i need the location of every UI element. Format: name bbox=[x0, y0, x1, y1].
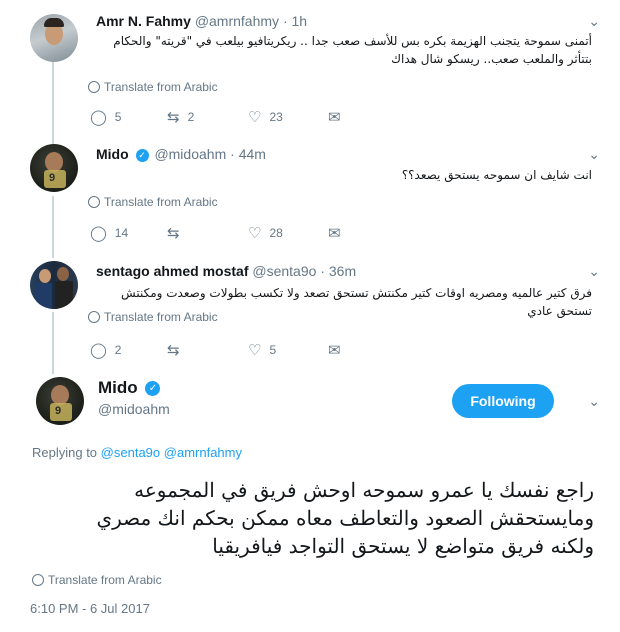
heart-icon: ♡ bbox=[248, 342, 262, 359]
chevron-down-icon[interactable]: ⌄ bbox=[588, 146, 600, 163]
verified-badge-icon: ✓ bbox=[135, 148, 149, 162]
retweet-button[interactable]: ⇆ bbox=[167, 224, 188, 242]
main-text-line: ولكنه فريق متواضع لا يستحق التواجد فيافر… bbox=[212, 534, 594, 558]
heart-icon: ♡ bbox=[248, 109, 262, 126]
author-handle[interactable]: @senta9o bbox=[252, 263, 316, 279]
replying-to: Replying to @senta9o @amrnfahmy bbox=[32, 445, 242, 460]
author-name[interactable]: sentago ahmed mostaf bbox=[96, 263, 248, 279]
retweet-icon: ⇆ bbox=[167, 225, 180, 242]
author-handle[interactable]: @midoahm bbox=[154, 146, 226, 162]
like-count: 5 bbox=[269, 343, 277, 357]
verified-badge-icon: ✓ bbox=[145, 381, 161, 397]
tweet-time[interactable]: 1h bbox=[292, 13, 308, 29]
like-button[interactable]: ♡ 5 bbox=[248, 341, 276, 359]
reply-button[interactable]: ◯ 2 bbox=[90, 341, 121, 359]
heart-icon: ♡ bbox=[248, 225, 262, 242]
reply-count: 5 bbox=[114, 110, 122, 124]
main-timestamp[interactable]: 6:10 PM - 6 Jul 2017 bbox=[30, 601, 150, 616]
retweet-button[interactable]: ⇆ bbox=[167, 341, 188, 359]
retweet-count: 2 bbox=[187, 110, 195, 124]
author-handle[interactable]: @amrnfahmy bbox=[195, 13, 279, 29]
following-button[interactable]: Following bbox=[452, 384, 554, 418]
tweet-text: أتمنى سموحة يتجنب الهزيمة بكره بس للأسف … bbox=[113, 34, 592, 66]
main-text-line: ومايستحقش الصعود والتعاطف معاه ممكن بحكم… bbox=[96, 506, 594, 530]
avatar[interactable] bbox=[30, 14, 78, 62]
reply-icon: ◯ bbox=[90, 342, 107, 359]
envelope-icon: ✉ bbox=[328, 225, 341, 242]
translate-label: Translate from Arabic bbox=[104, 195, 218, 209]
reply-icon: ◯ bbox=[90, 109, 107, 126]
retweet-icon: ⇆ bbox=[167, 342, 180, 359]
like-count: 23 bbox=[269, 110, 283, 124]
separator-dot: · bbox=[230, 146, 235, 162]
globe-icon bbox=[88, 81, 100, 93]
chevron-down-icon[interactable]: ⌄ bbox=[588, 13, 600, 30]
tweet-mido[interactable]: 9 Mido ✓ @midoahm · 44m ⌄ انت شايف ان سم… bbox=[0, 138, 620, 248]
tweet-time[interactable]: 36m bbox=[329, 263, 356, 279]
chevron-down-icon[interactable]: ⌄ bbox=[588, 263, 600, 280]
reply-icon: ◯ bbox=[90, 225, 107, 242]
globe-icon bbox=[88, 196, 100, 208]
translate-link[interactable]: Translate from Arabic bbox=[88, 310, 218, 324]
tweet-amr[interactable]: Amr N. Fahmy @amrnfahmy · 1h ⌄ أتمنى سمو… bbox=[0, 0, 620, 135]
main-author-handle[interactable]: @midoahm bbox=[98, 401, 170, 417]
translate-label: Translate from Arabic bbox=[48, 573, 162, 587]
envelope-icon: ✉ bbox=[328, 109, 341, 126]
author-name[interactable]: Amr N. Fahmy bbox=[96, 13, 191, 29]
like-button[interactable]: ♡ 28 bbox=[248, 224, 283, 242]
like-button[interactable]: ♡ 23 bbox=[248, 108, 283, 126]
main-tweet-text: راجع نفسك يا عمرو سموحه اوحش فريق في الم… bbox=[30, 476, 594, 560]
author-name[interactable]: Mido bbox=[96, 146, 129, 162]
main-author-name[interactable]: Mido bbox=[98, 378, 138, 397]
main-avatar[interactable]: 9 bbox=[36, 377, 84, 425]
chevron-down-icon[interactable]: ⌄ bbox=[588, 393, 600, 410]
translate-label: Translate from Arabic bbox=[104, 310, 218, 324]
dm-button[interactable]: ✉ bbox=[328, 341, 349, 359]
reply-mention-link[interactable]: @senta9o bbox=[101, 445, 160, 460]
translate-link[interactable]: Translate from Arabic bbox=[88, 80, 218, 94]
avatar[interactable]: 9 bbox=[30, 144, 78, 192]
dm-button[interactable]: ✉ bbox=[328, 224, 349, 242]
translate-label: Translate from Arabic bbox=[104, 80, 218, 94]
dm-button[interactable]: ✉ bbox=[328, 108, 349, 126]
avatar[interactable] bbox=[30, 261, 78, 309]
reply-count: 2 bbox=[114, 343, 122, 357]
retweet-icon: ⇆ bbox=[167, 109, 180, 126]
replying-prefix: Replying to bbox=[32, 445, 98, 460]
reply-button[interactable]: ◯ 5 bbox=[90, 108, 121, 126]
main-text-line: راجع نفسك يا عمرو سموحه اوحش فريق في الم… bbox=[134, 478, 594, 502]
reply-button[interactable]: ◯ 14 bbox=[90, 224, 128, 242]
like-count: 28 bbox=[269, 226, 283, 240]
reply-mention-link[interactable]: @amrnfahmy bbox=[164, 445, 242, 460]
reply-count: 14 bbox=[114, 226, 129, 240]
separator-dot: · bbox=[282, 13, 288, 29]
globe-icon bbox=[88, 311, 100, 323]
translate-link[interactable]: Translate from Arabic bbox=[32, 573, 162, 587]
retweet-button[interactable]: ⇆ 2 bbox=[167, 108, 194, 126]
translate-link[interactable]: Translate from Arabic bbox=[88, 195, 218, 209]
main-author: Mido ✓ bbox=[98, 378, 162, 398]
globe-icon bbox=[32, 574, 44, 586]
tweet-text: انت شايف ان سموحه يستحق يصعد؟؟ bbox=[401, 168, 592, 182]
envelope-icon: ✉ bbox=[328, 342, 341, 359]
tweet-time[interactable]: 44m bbox=[239, 146, 266, 162]
tweet-sentago[interactable]: sentago ahmed mostaf @senta9o · 36m ⌄ فر… bbox=[0, 255, 620, 367]
separator-dot: · bbox=[320, 263, 325, 279]
